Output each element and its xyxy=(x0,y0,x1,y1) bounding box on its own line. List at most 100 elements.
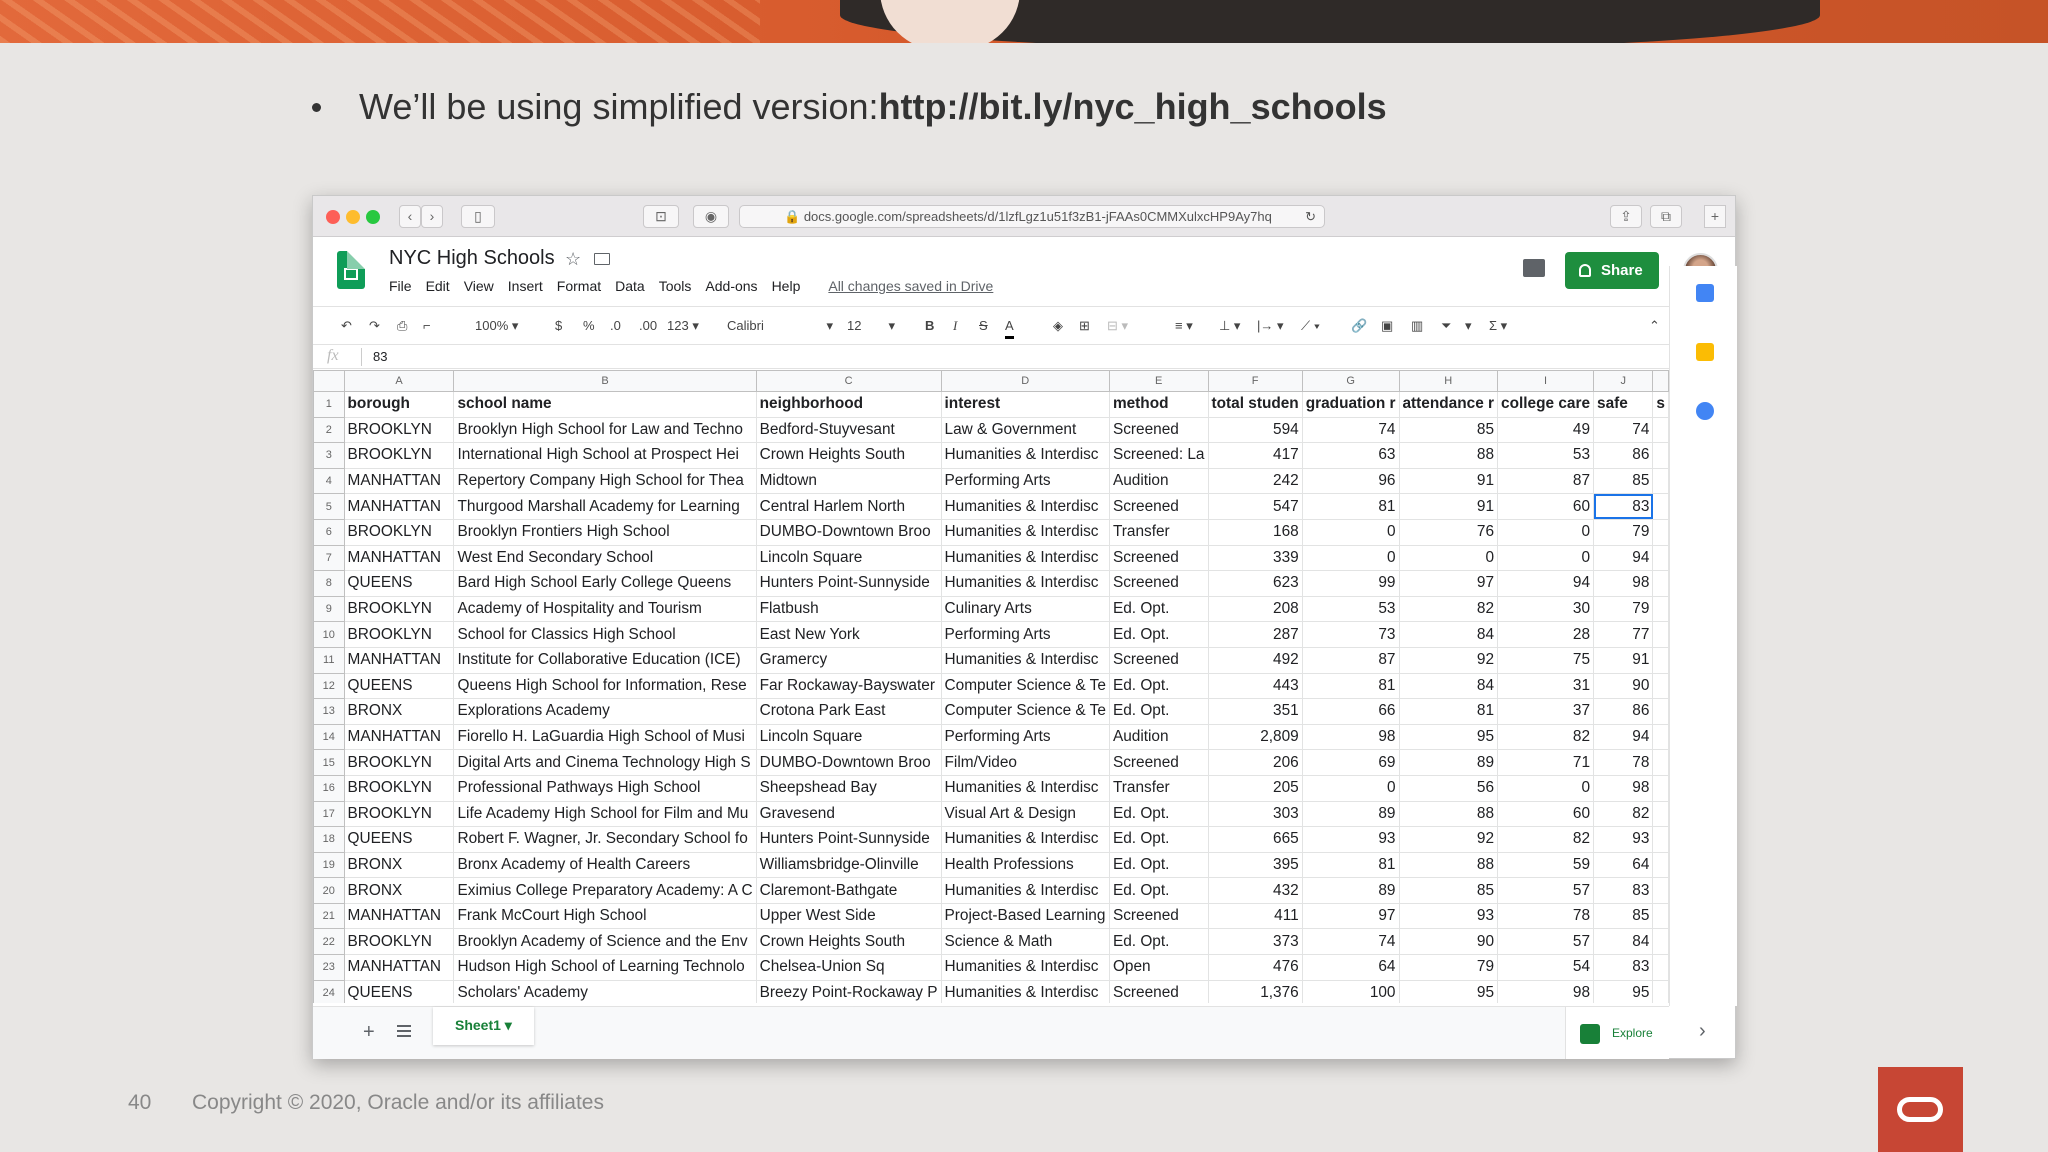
sidebar-toggle-icon[interactable]: ▯ xyxy=(461,205,495,228)
cell[interactable]: 82 xyxy=(1398,595,1499,623)
cell[interactable] xyxy=(1652,877,1669,904)
cell[interactable]: 242 xyxy=(1207,467,1303,495)
cell[interactable]: 85 xyxy=(1398,416,1499,444)
filter-views-icon[interactable]: ▾ xyxy=(1465,316,1472,336)
cell[interactable]: Crown Heights South xyxy=(755,442,942,469)
cell[interactable]: 83 xyxy=(1593,493,1654,520)
cell[interactable]: 60 xyxy=(1497,493,1595,520)
cell[interactable]: Midtown xyxy=(755,467,942,495)
cell[interactable]: BRONX xyxy=(343,851,455,879)
cell[interactable]: Chelsea-Union Sq xyxy=(755,954,942,981)
cell[interactable]: 1,376 xyxy=(1207,979,1303,1003)
cell[interactable]: Fiorello H. LaGuardia High School of Mus… xyxy=(453,723,757,751)
cell[interactable]: Ed. Opt. xyxy=(1108,877,1209,904)
cell[interactable]: 69 xyxy=(1301,749,1400,776)
font-size-select[interactable]: 12 ▾ xyxy=(847,316,895,336)
cell[interactable]: 30 xyxy=(1497,595,1595,623)
cell[interactable]: MANHATTAN xyxy=(343,902,455,930)
cell[interactable]: 303 xyxy=(1207,800,1303,828)
cell[interactable]: Hudson High School of Learning Technolo xyxy=(453,954,757,981)
menu-data[interactable]: Data xyxy=(615,278,645,294)
cell[interactable]: Visual Art & Design xyxy=(940,800,1110,828)
cell[interactable]: Humanities & Interdisc xyxy=(940,646,1110,674)
cell[interactable]: Ed. Opt. xyxy=(1108,928,1209,956)
zoom-select[interactable]: 100% ▾ xyxy=(475,316,518,336)
cell[interactable]: Ed. Opt. xyxy=(1108,800,1209,828)
insert-comment-icon[interactable]: ▣ xyxy=(1381,316,1393,336)
cell[interactable]: 81 xyxy=(1301,493,1400,520)
header-cell[interactable]: safe xyxy=(1593,391,1654,418)
cell[interactable]: 60 xyxy=(1497,800,1595,828)
cell[interactable]: 87 xyxy=(1497,467,1595,495)
cell[interactable]: 66 xyxy=(1301,698,1400,725)
cell[interactable]: 89 xyxy=(1301,800,1400,828)
cell[interactable]: Brooklyn Frontiers High School xyxy=(453,518,757,546)
cell[interactable]: Humanities & Interdisc xyxy=(940,518,1110,546)
cell[interactable]: 623 xyxy=(1207,570,1303,597)
row-number[interactable]: 18 xyxy=(313,826,345,853)
menu-file[interactable]: File xyxy=(389,278,412,294)
cell[interactable]: Queens High School for Information, Rese xyxy=(453,672,757,700)
cell[interactable]: 168 xyxy=(1207,518,1303,546)
cell[interactable]: Crotona Park East xyxy=(755,698,942,725)
cell[interactable]: 93 xyxy=(1593,826,1654,853)
fill-color-icon[interactable]: ◈ xyxy=(1053,316,1063,336)
close-window-button[interactable] xyxy=(326,210,340,224)
formula-input[interactable]: 83 xyxy=(373,349,387,364)
redo-icon[interactable]: ↷ xyxy=(369,316,380,336)
expand-side-panel-icon[interactable]: › xyxy=(1699,1020,1706,1043)
column-header[interactable] xyxy=(1652,370,1669,392)
cell[interactable]: BRONX xyxy=(343,698,455,725)
currency-button[interactable]: $ xyxy=(555,316,562,336)
cell[interactable]: BROOKLYN xyxy=(343,800,455,828)
cell[interactable] xyxy=(1652,826,1669,853)
cell[interactable]: Transfer xyxy=(1108,774,1209,802)
row-number[interactable]: 19 xyxy=(313,851,345,879)
cell[interactable]: Eximius College Preparatory Academy: A C xyxy=(453,877,757,904)
cell[interactable]: 57 xyxy=(1497,928,1595,956)
cell[interactable]: 287 xyxy=(1207,621,1303,648)
column-header[interactable]: G xyxy=(1301,370,1400,392)
cell[interactable]: 594 xyxy=(1207,416,1303,444)
column-header[interactable]: E xyxy=(1108,370,1209,392)
cell[interactable]: Humanities & Interdisc xyxy=(940,954,1110,981)
cell[interactable]: Humanities & Interdisc xyxy=(940,442,1110,469)
column-header[interactable]: C xyxy=(755,370,942,392)
row-number[interactable]: 21 xyxy=(313,902,345,930)
reload-icon[interactable]: ↻ xyxy=(1305,206,1316,227)
header-cell[interactable]: interest xyxy=(940,391,1110,418)
star-icon[interactable]: ☆ xyxy=(565,249,581,270)
cell[interactable]: 97 xyxy=(1398,570,1499,597)
cell[interactable]: 0 xyxy=(1497,774,1595,802)
zoom-window-button[interactable] xyxy=(366,210,380,224)
cell[interactable]: 492 xyxy=(1207,646,1303,674)
font-select[interactable]: Calibri ▾ xyxy=(727,316,833,336)
cell[interactable]: Frank McCourt High School xyxy=(453,902,757,930)
cell[interactable]: Audition xyxy=(1108,467,1209,495)
cell[interactable]: 94 xyxy=(1593,544,1654,572)
cell[interactable]: MANHATTAN xyxy=(343,493,455,520)
cell[interactable]: Film/Video xyxy=(940,749,1110,776)
cell[interactable]: 64 xyxy=(1593,851,1654,879)
cell[interactable]: 443 xyxy=(1207,672,1303,700)
cell[interactable] xyxy=(1652,595,1669,623)
text-color-icon[interactable]: A xyxy=(1005,316,1014,339)
cell[interactable]: Gravesend xyxy=(755,800,942,828)
cell[interactable]: Ed. Opt. xyxy=(1108,621,1209,648)
cell[interactable]: Robert F. Wagner, Jr. Secondary School f… xyxy=(453,826,757,853)
menu-addons[interactable]: Add-ons xyxy=(705,278,757,294)
move-folder-icon[interactable] xyxy=(594,253,610,265)
header-cell[interactable]: attendance r xyxy=(1398,391,1499,418)
cell[interactable]: Computer Science & Te xyxy=(940,698,1110,725)
cell[interactable]: Bronx Academy of Health Careers xyxy=(453,851,757,879)
cell[interactable]: 90 xyxy=(1398,928,1499,956)
sheets-logo-icon[interactable] xyxy=(337,251,365,289)
cell[interactable] xyxy=(1652,518,1669,546)
cell[interactable]: 74 xyxy=(1301,928,1400,956)
save-status[interactable]: All changes saved in Drive xyxy=(828,278,993,294)
menu-edit[interactable]: Edit xyxy=(426,278,450,294)
cell[interactable]: 81 xyxy=(1301,851,1400,879)
cell[interactable]: 37 xyxy=(1497,698,1595,725)
new-tab-icon[interactable]: + xyxy=(1704,205,1726,228)
cell[interactable]: Transfer xyxy=(1108,518,1209,546)
